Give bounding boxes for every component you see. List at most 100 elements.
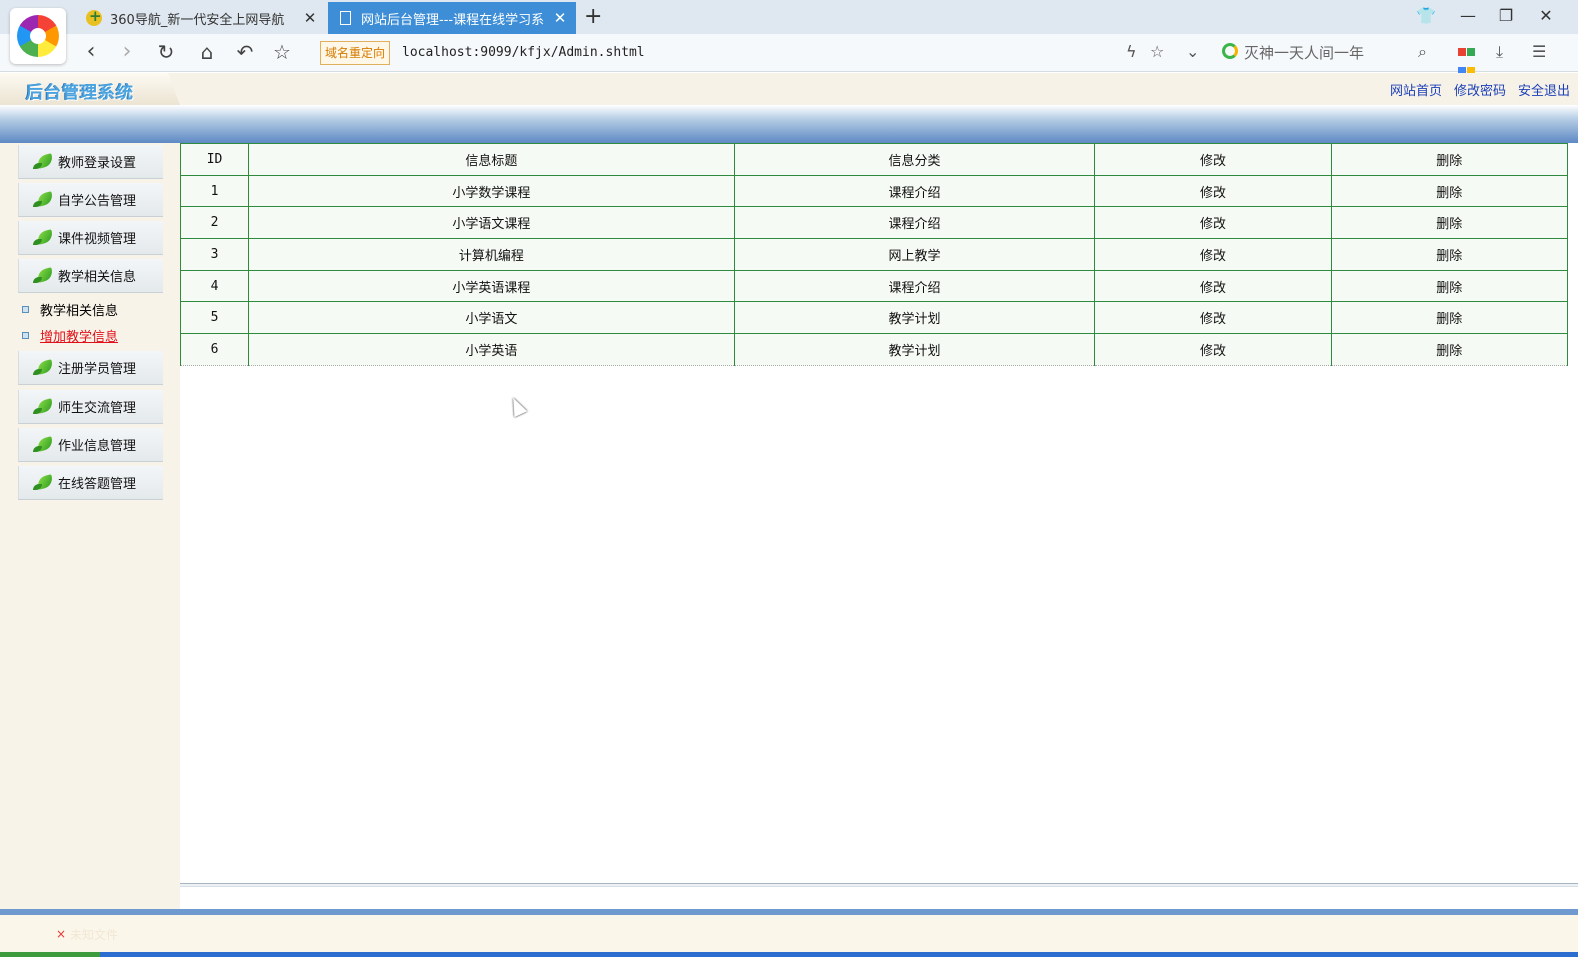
back-icon[interactable]: ‹ <box>78 40 104 66</box>
cell-id: 2 <box>179 206 250 240</box>
skin-icon[interactable]: 👕 <box>1416 6 1436 25</box>
column-header-category: 信息分类 <box>733 143 1096 176</box>
footer-text: 未知文件 <box>70 928 119 942</box>
delete-link[interactable]: 删除 <box>1330 333 1569 366</box>
header-links: 网站首页 修改密码 安全退出 <box>1390 80 1570 99</box>
sub-item-label: 增加教学信息 <box>40 330 119 345</box>
leaf-icon <box>33 475 55 491</box>
content-divider <box>180 883 1578 887</box>
lightning-icon[interactable]: ϟ <box>1126 42 1137 61</box>
tab-360-nav[interactable]: 360导航_新一代安全上网导航 ✕ <box>76 2 326 34</box>
table-header-row: ID 信息标题 信息分类 修改 删除 <box>179 143 1569 176</box>
sidebar-item-label: 在线答题管理 <box>58 477 137 492</box>
sidebar-item-online-quiz[interactable]: 在线答题管理 <box>18 466 163 500</box>
delete-link[interactable]: 删除 <box>1330 301 1569 335</box>
chevron-down-icon[interactable]: ⌄ <box>1186 42 1199 61</box>
delete-link[interactable]: 删除 <box>1330 206 1569 240</box>
cell-title: 小学英语课程 <box>248 269 735 303</box>
search-input[interactable]: 灭神一天人间一年 ⌕ <box>1222 40 1442 66</box>
edit-link[interactable]: 修改 <box>1094 333 1332 366</box>
tab-admin[interactable]: 网站后台管理---课程在线学习系 ✕ <box>328 2 576 34</box>
edit-link[interactable]: 修改 <box>1094 174 1332 208</box>
tab-close-icon[interactable]: ✕ <box>550 9 570 27</box>
edit-link[interactable]: 修改 <box>1094 269 1332 303</box>
cell-title: 计算机编程 <box>248 238 735 271</box>
browser-logo-icon[interactable] <box>10 8 66 64</box>
sub-item-label: 教学相关信息 <box>40 304 119 319</box>
cell-title: 小学数学课程 <box>248 174 735 208</box>
link-logout[interactable]: 安全退出 <box>1518 80 1570 99</box>
cell-id: 4 <box>179 269 250 303</box>
sub-item-add-teaching-info[interactable]: 增加教学信息 <box>22 326 118 345</box>
cell-category: 课程介绍 <box>733 174 1096 208</box>
cell-category: 课程介绍 <box>733 269 1096 303</box>
cell-id: 1 <box>179 174 250 208</box>
edit-link[interactable]: 修改 <box>1094 206 1332 240</box>
delete-link[interactable]: 删除 <box>1330 238 1569 271</box>
tab-title: 网站后台管理---课程在线学习系 <box>361 12 545 28</box>
close-icon[interactable]: × <box>56 927 66 941</box>
download-icon[interactable]: ⤓ <box>1496 42 1503 62</box>
sub-item-teaching-info-list[interactable]: 教学相关信息 <box>22 300 118 319</box>
info-table: ID 信息标题 信息分类 修改 删除 1 小学数学课程 课程介绍 修改 删除 2… <box>179 143 1569 366</box>
cell-title: 小学语文 <box>248 301 735 335</box>
bookmark-star-icon[interactable]: ☆ <box>269 40 295 66</box>
leaf-icon <box>33 437 55 453</box>
sidebar-item-label: 教师登录设置 <box>58 156 137 171</box>
sidebar-item-videos[interactable]: 课件视频管理 <box>18 221 163 255</box>
sidebar-item-homework[interactable]: 作业信息管理 <box>18 428 163 462</box>
cell-title: 小学语文课程 <box>248 206 735 240</box>
restore-icon[interactable]: ❐ <box>1496 6 1516 25</box>
column-header-title: 信息标题 <box>248 143 735 176</box>
cell-id: 3 <box>179 238 250 271</box>
column-header-id: ID <box>179 143 250 176</box>
cell-title: 小学英语 <box>248 333 735 366</box>
undo-icon[interactable]: ↶ <box>232 40 258 66</box>
sidebar-item-teacher-login[interactable]: 教师登录设置 <box>18 145 163 179</box>
bullet-icon <box>22 332 29 339</box>
leaf-icon <box>33 360 55 376</box>
new-tab-button[interactable]: + <box>584 4 602 29</box>
table-row: 2 小学语文课程 课程介绍 修改 删除 <box>179 206 1569 240</box>
link-site-home[interactable]: 网站首页 <box>1390 80 1442 99</box>
menu-icon[interactable]: ☰ <box>1532 42 1546 61</box>
close-window-icon[interactable]: ✕ <box>1536 6 1556 25</box>
reload-icon[interactable]: ↻ <box>153 40 179 66</box>
sidebar-item-students[interactable]: 注册学员管理 <box>18 351 163 385</box>
sidebar-item-announcements[interactable]: 自学公告管理 <box>18 183 163 217</box>
leaf-icon <box>33 192 55 208</box>
search-icon[interactable]: ⌕ <box>1418 42 1427 62</box>
search-engine-icon <box>1222 43 1238 59</box>
site-logo-text: 后台管理系统 <box>26 83 134 103</box>
sidebar-item-communication[interactable]: 师生交流管理 <box>18 390 163 424</box>
table-row: 6 小学英语 教学计划 修改 删除 <box>179 333 1569 366</box>
sidebar: 教师登录设置 自学公告管理 课件视频管理 教学相关信息 教学相关信息 增加教学信… <box>0 143 180 909</box>
forward-icon[interactable]: › <box>114 40 140 66</box>
leaf-icon <box>33 399 55 415</box>
sidebar-item-label: 课件视频管理 <box>58 232 137 247</box>
tab-title: 360导航_新一代安全上网导航 <box>110 12 285 28</box>
leaf-icon <box>33 230 55 246</box>
360-favicon-icon <box>86 7 102 26</box>
sidebar-item-teaching-info[interactable]: 教学相关信息 <box>18 259 163 293</box>
site-logo: 后台管理系统 <box>0 73 180 105</box>
link-change-password[interactable]: 修改密码 <box>1454 80 1506 99</box>
minimize-icon[interactable]: — <box>1458 6 1478 25</box>
table-row: 4 小学英语课程 课程介绍 修改 删除 <box>179 269 1569 303</box>
footer: × 未知文件 <box>0 915 1578 957</box>
site-header: 后台管理系统 网站首页 修改密码 安全退出 <box>0 73 1578 105</box>
favorite-star-icon[interactable]: ☆ <box>1150 42 1164 61</box>
delete-link[interactable]: 删除 <box>1330 174 1569 208</box>
edit-link[interactable]: 修改 <box>1094 301 1332 335</box>
web-page: 后台管理系统 网站首页 修改密码 安全退出 教师登录设置 自学公告管理 课件视频… <box>0 73 1578 957</box>
edit-link[interactable]: 修改 <box>1094 238 1332 271</box>
home-icon[interactable]: ⌂ <box>194 40 220 66</box>
tab-close-icon[interactable]: ✕ <box>300 9 320 27</box>
address-bar[interactable]: localhost:9099/kfjx/Admin.shtml <box>402 45 645 60</box>
delete-link[interactable]: 删除 <box>1330 269 1569 303</box>
sidebar-item-label: 师生交流管理 <box>58 401 137 416</box>
column-header-edit: 修改 <box>1094 143 1332 176</box>
leaf-icon <box>33 154 55 170</box>
taskbar-strip <box>0 952 1578 957</box>
redirect-badge[interactable]: 域名重定向 <box>320 41 391 65</box>
